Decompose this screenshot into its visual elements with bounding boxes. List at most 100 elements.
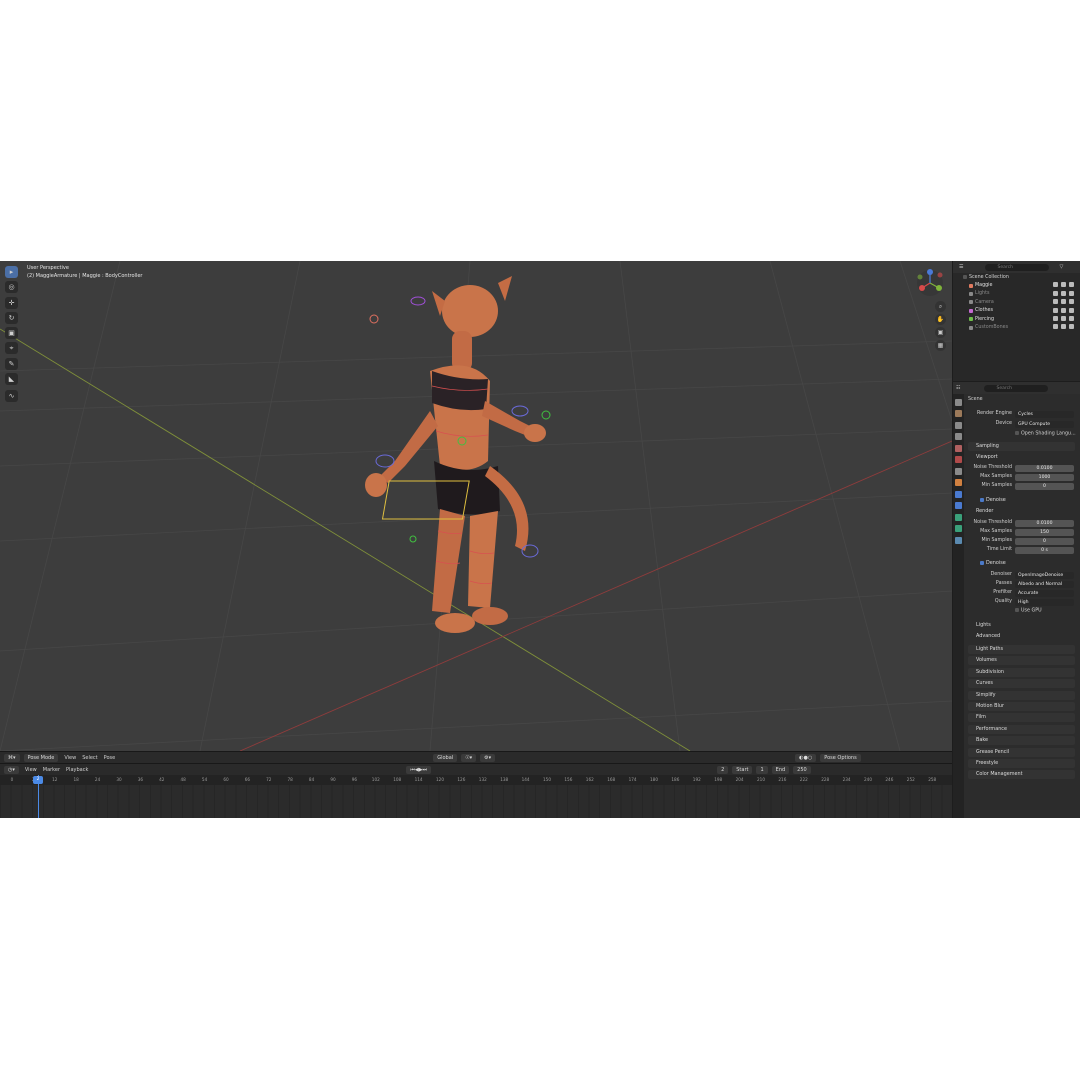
checkbox-icon[interactable] [1053,315,1058,321]
scale-tool-icon[interactable]: ▣ [5,327,18,339]
outliner-editor-icon[interactable]: ☰ [959,264,963,270]
pose-tool-icon[interactable]: ∿ [5,390,18,402]
filter-icon[interactable]: ▽ [1059,264,1063,270]
camera-icon[interactable] [1069,315,1074,321]
prefilter-dropdown[interactable]: Accurate [1015,590,1074,597]
data-tab-icon[interactable] [955,525,962,532]
section-grease-pencil[interactable]: Grease Pencil [968,747,1075,757]
checkbox-icon[interactable] [1053,282,1058,288]
properties-editor-icon[interactable]: ☷ [956,385,960,391]
camera-icon[interactable] [1069,299,1074,305]
zoom-icon[interactable]: ⌕ [935,301,946,312]
mode-dropdown[interactable]: Pose Mode [23,754,59,762]
section-simplify[interactable]: Simplify [968,690,1075,700]
editor-type-icon[interactable]: ⌘▾ [4,754,20,762]
viewport-min-samples-field[interactable]: 0 [1015,483,1074,490]
subsection-render[interactable]: Render [976,508,993,514]
viewport-shading-icon[interactable]: ◐●○ [795,754,817,762]
render-max-samples-field[interactable]: 150 [1015,529,1074,536]
pivot-icon[interactable]: ☉▾ [461,754,477,762]
current-frame-field[interactable]: 2 [717,766,729,774]
section-sampling[interactable]: Sampling [968,442,1075,451]
section-subdivision[interactable]: Subdivision [968,667,1075,677]
outliner-item[interactable]: CustomBones [953,323,1080,331]
tool-tab-icon[interactable] [955,398,962,406]
timeline-tracks[interactable] [0,785,952,818]
transform-tool-icon[interactable]: ⌖ [5,342,18,354]
eye-icon[interactable] [1061,290,1066,296]
view-layer-tab-icon[interactable] [955,433,962,440]
physics-tab-icon[interactable] [955,502,962,509]
playhead-frame-label[interactable]: 2 [33,776,43,784]
section-light-paths[interactable]: Light Paths [968,645,1075,654]
constraints-tab-icon[interactable] [955,513,962,521]
move-tool-icon[interactable]: ✛ [5,297,18,309]
pan-hand-icon[interactable]: ✋ [935,314,946,325]
properties-search-input[interactable]: Search [984,384,1049,392]
subsection-advanced[interactable]: Advanced [976,633,1000,639]
scene-collection[interactable]: Scene Collection [953,273,1080,281]
section-bake[interactable]: Bake [968,736,1075,746]
start-frame-field[interactable]: 1 [756,766,768,774]
subsection-viewport[interactable]: Viewport [976,454,998,460]
rotate-tool-icon[interactable]: ↻ [5,312,18,324]
world-tab-icon[interactable] [955,456,962,463]
camera-view-icon[interactable]: ▣ [935,327,946,338]
outliner-item[interactable]: Maggie [953,281,1080,289]
render-engine-dropdown[interactable]: Cycles [1015,411,1074,418]
3d-viewport[interactable]: User Perspective (2) MaggieArmature | Ma… [0,261,952,751]
camera-icon[interactable] [1069,290,1074,296]
viewport-noise-threshold-field[interactable]: 0.0100 [1015,465,1074,472]
section-color-management[interactable]: Color Management [968,770,1075,780]
outliner-item[interactable]: Camera [953,298,1080,306]
output-tab-icon[interactable] [955,421,962,429]
quality-dropdown[interactable]: High [1015,599,1074,606]
menu-view[interactable]: View [64,755,76,761]
section-performance[interactable]: Performance [968,724,1075,734]
section-film[interactable]: Film [968,713,1075,723]
render-min-samples-field[interactable]: 0 [1015,538,1074,545]
pose-options-dropdown[interactable]: Pose Options [820,754,861,762]
section-curves[interactable]: Curves [968,679,1075,689]
outliner-search-input[interactable]: Search [985,263,1050,271]
object-tab-icon[interactable] [955,479,962,486]
camera-icon[interactable] [1069,307,1074,313]
denoiser-dropdown[interactable]: OpenImageDenoise [1015,572,1074,579]
camera-icon[interactable] [1069,324,1074,330]
eye-icon[interactable] [1061,324,1066,330]
checkbox-icon[interactable] [1053,307,1058,313]
use-gpu-checkbox[interactable]: Use GPU [1015,608,1042,614]
select-tool-icon[interactable]: ▸ [5,266,18,278]
eye-icon[interactable] [1061,307,1066,313]
menu-select[interactable]: Select [82,755,97,761]
modifier-tab-icon[interactable] [955,490,962,498]
camera-icon[interactable] [1069,282,1074,288]
eye-icon[interactable] [1061,282,1066,288]
grid-view-icon[interactable]: ▦ [935,340,946,351]
checkbox-icon[interactable] [1053,324,1058,330]
scene-tab-icon[interactable] [955,444,962,452]
cursor-tool-icon[interactable]: ◎ [5,281,18,293]
measure-tool-icon[interactable]: ◣ [5,373,18,385]
device-dropdown[interactable]: GPU Compute [1015,421,1074,428]
section-volumes[interactable]: Volumes [968,656,1075,666]
eye-icon[interactable] [1061,315,1066,321]
render-noise-threshold-field[interactable]: 0.0100 [1015,520,1074,527]
viewport-denoise-checkbox[interactable]: Denoise [980,497,1006,503]
playback-controls-icon[interactable]: ⏮◀▶⏭ [406,766,432,774]
viewport-max-samples-field[interactable]: 1000 [1015,474,1074,481]
passes-dropdown[interactable]: Albedo and Normal [1015,581,1074,588]
outliner-item[interactable]: Piercing [953,315,1080,323]
section-freestyle[interactable]: Freestyle [968,759,1075,768]
osl-checkbox[interactable]: Open Shading Langu... [1015,431,1076,437]
timeline-menu-playback[interactable]: Playback [66,767,88,773]
menu-pose[interactable]: Pose [104,755,116,761]
eye-icon[interactable] [1061,299,1066,305]
outliner-item[interactable]: Clothes [953,307,1080,315]
checkbox-icon[interactable] [1053,299,1058,305]
subsection-lights[interactable]: Lights [976,622,991,628]
timeline-editor-icon[interactable]: ◷▾ [4,766,19,774]
annotate-tool-icon[interactable]: ✎ [5,358,18,370]
render-denoise-checkbox[interactable]: Denoise [980,560,1006,566]
collection-tab-icon[interactable] [955,467,962,475]
